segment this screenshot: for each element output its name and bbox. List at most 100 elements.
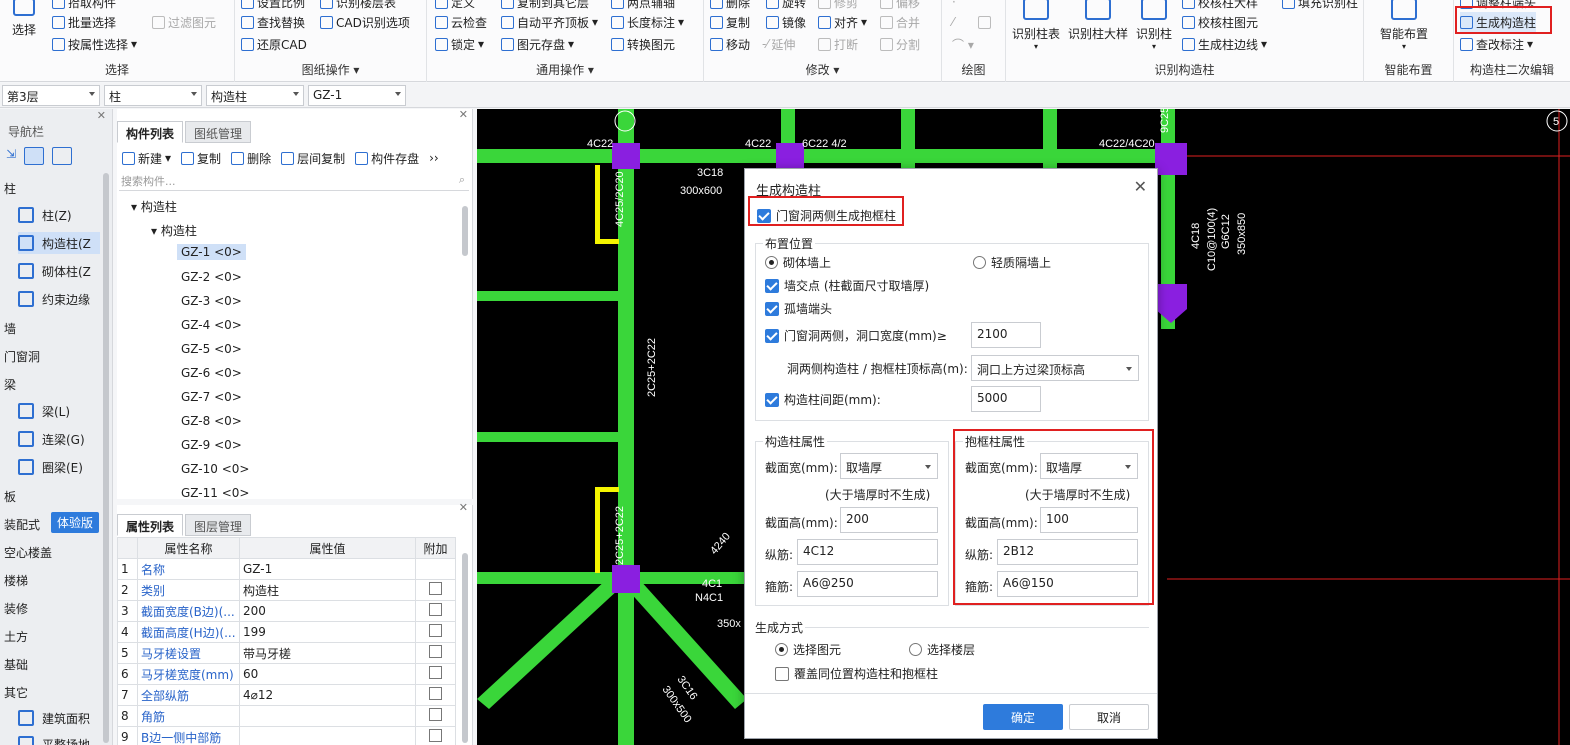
table-row[interactable]: 1 名称 GZ-1	[117, 558, 456, 580]
rotate-button[interactable]: 旋转	[766, 0, 806, 12]
extend-button[interactable]: -⁄ 延伸	[762, 34, 795, 54]
property-value[interactable]	[239, 726, 416, 745]
identify-column-table-button[interactable]: 识别柱表 ▾	[1012, 0, 1060, 51]
list-item[interactable]: GZ-6 <0>	[177, 365, 246, 381]
nav-scrollbar[interactable]	[103, 173, 109, 743]
nav-category-beam[interactable]: 梁	[4, 376, 16, 393]
select-element-radio[interactable]: 选择图元	[775, 641, 841, 658]
more-icon[interactable]: ››	[429, 151, 439, 165]
nav-category-earthwork[interactable]: 土方	[4, 628, 28, 645]
category-select[interactable]: 柱	[104, 85, 202, 106]
align-button[interactable]: 对齐 ▾	[818, 12, 867, 32]
table-row[interactable]: 7 全部纵筋 4⌀12	[117, 684, 456, 706]
list-item[interactable]: GZ-1 <0>	[177, 244, 246, 260]
property-value[interactable]	[239, 705, 416, 727]
copy-to-floor-button[interactable]: 复制到其它层	[501, 0, 589, 12]
close-icon[interactable]: ✕	[97, 109, 106, 122]
set-scale-button[interactable]: 设置比例	[241, 0, 305, 12]
split-button[interactable]: 分割	[880, 34, 920, 54]
copy-component-button[interactable]: 复制	[181, 150, 221, 167]
nav-category-stairs[interactable]: 楼梯	[4, 572, 28, 589]
component-select[interactable]: GZ-1	[308, 85, 406, 106]
nav-item-ring-beam[interactable]: 圈梁(E)	[18, 456, 100, 478]
draw-arc-button[interactable]: ⌒ ▾	[952, 34, 974, 54]
tab-component-list[interactable]: 构件列表	[117, 121, 184, 143]
nav-item-column[interactable]: 柱(Z)	[18, 204, 100, 226]
convert-element-button[interactable]: 转换图元	[611, 34, 675, 54]
property-value[interactable]: 200	[239, 600, 416, 622]
attach-checkbox[interactable]	[429, 603, 442, 616]
pin-icon[interactable]: ⇲	[6, 147, 16, 165]
nav-category-foundation[interactable]: 基础	[4, 656, 28, 673]
type-select[interactable]: 构造柱	[206, 85, 304, 106]
copy-between-floors-button[interactable]: 层间复制	[281, 150, 345, 167]
property-value[interactable]: 199	[239, 621, 416, 643]
attach-checkbox[interactable]	[429, 582, 442, 595]
trim-button[interactable]: 修剪	[818, 0, 858, 12]
trial-badge[interactable]: 体验版	[51, 512, 100, 533]
nav-item-masonry-column[interactable]: 砌体柱(Z	[18, 260, 100, 282]
list-item[interactable]: GZ-11 <0>	[177, 485, 253, 501]
find-replace-button[interactable]: 查找替换	[241, 12, 305, 32]
smart-layout-button[interactable]: 智能布置 ▾	[1380, 0, 1428, 51]
list-item[interactable]: GZ-5 <0>	[177, 341, 246, 357]
select-button[interactable]: 选择	[12, 0, 36, 38]
table-row[interactable]: 6 马牙槎宽度(mm) 60	[117, 663, 456, 685]
lock-button[interactable]: 锁定 ▾	[435, 34, 484, 54]
attach-checkbox[interactable]	[429, 729, 442, 742]
list-view-icon[interactable]	[24, 147, 45, 165]
wall-intersection-checkbox[interactable]: 墙交点 (柱截面尺寸取墙厚)	[765, 277, 929, 294]
gz-height-input[interactable]: 200	[840, 507, 938, 533]
select-by-property-button[interactable]: 按属性选择 ▾	[52, 34, 137, 54]
restore-cad-button[interactable]: 还原CAD	[241, 34, 307, 54]
nav-item-construct-column[interactable]: 构造柱(Z	[18, 232, 100, 254]
gz-width-select[interactable]: 取墙厚	[840, 453, 938, 479]
nav-item-beam[interactable]: 梁(L)	[18, 400, 100, 422]
masonry-wall-radio[interactable]: 砌体墙上	[765, 254, 831, 271]
break-button[interactable]: 打断	[818, 34, 858, 54]
draw-line-button[interactable]: ⁄	[952, 12, 954, 32]
element-save-button[interactable]: 图元存盘 ▾	[501, 34, 574, 54]
cancel-button[interactable]: 取消	[1069, 704, 1149, 730]
select-floor-radio[interactable]: 选择楼层	[909, 641, 975, 658]
draw-rect-button[interactable]	[978, 12, 991, 32]
save-component-button[interactable]: 构件存盘	[355, 150, 419, 167]
pick-component-button[interactable]: 拾取构件	[52, 0, 116, 12]
attach-checkbox[interactable]	[429, 687, 442, 700]
tree-root[interactable]: ▾ 构造柱	[131, 198, 177, 215]
component-scrollbar[interactable]	[462, 206, 468, 256]
batch-select-button[interactable]: 批量选择	[52, 12, 116, 32]
generate-column-edge-button[interactable]: 生成柱边线 ▾	[1182, 34, 1267, 54]
nav-category-hollow-floor[interactable]: 空心楼盖	[4, 544, 52, 561]
nav-category-decoration[interactable]: 装修	[4, 600, 28, 617]
table-row[interactable]: 8 角筋	[117, 705, 456, 727]
list-item[interactable]: GZ-10 <0>	[177, 461, 253, 477]
mirror-button[interactable]: 镜像	[766, 12, 806, 32]
table-row[interactable]: 9 B边一侧中部筋	[117, 726, 456, 745]
gz-longitudinal-input[interactable]: 4C12	[797, 539, 938, 565]
cloud-check-button[interactable]: 云检查	[435, 12, 487, 32]
property-value[interactable]: 4⌀12	[239, 684, 416, 706]
ok-button[interactable]: 确定	[983, 704, 1063, 730]
top-elevation-select[interactable]: 洞口上方过梁顶标高	[971, 355, 1139, 381]
tab-drawing-management[interactable]: 图纸管理	[185, 121, 252, 143]
delete-component-button[interactable]: 删除	[231, 150, 271, 167]
column-spacing-checkbox[interactable]: 构造柱间距(mm):	[765, 391, 881, 408]
attach-checkbox[interactable]	[429, 645, 442, 658]
fill-identify-column-button[interactable]: 填充识别柱	[1282, 0, 1358, 12]
new-button[interactable]: 新建 ▾	[122, 150, 171, 167]
floor-select[interactable]: 第3层	[2, 85, 100, 106]
close-icon[interactable]: ✕	[459, 108, 468, 121]
nav-category-other[interactable]: 其它	[4, 684, 28, 701]
move-button[interactable]: 移动	[710, 34, 750, 54]
detail-view-icon[interactable]	[52, 147, 73, 165]
nav-category-wall[interactable]: 墙	[4, 320, 16, 337]
define-button[interactable]: 定义	[435, 0, 475, 12]
list-item[interactable]: GZ-8 <0>	[177, 413, 246, 429]
isolated-wall-checkbox[interactable]: 孤墙端头	[765, 300, 832, 317]
nav-item-link-beam[interactable]: 连梁(G)	[18, 428, 100, 450]
copy-button[interactable]: 复制	[710, 12, 750, 32]
overwrite-checkbox[interactable]: 覆盖同位置构造柱和抱框柱	[775, 665, 938, 682]
opening-width-input[interactable]: 2100	[971, 322, 1041, 348]
offset-button[interactable]: 偏移	[880, 0, 920, 12]
